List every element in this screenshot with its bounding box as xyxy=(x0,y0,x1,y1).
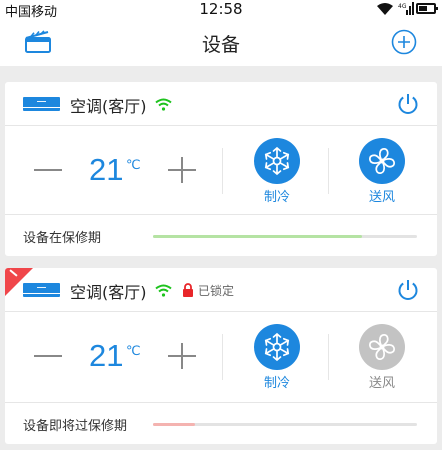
mode-cool-button[interactable]: 制冷 xyxy=(253,138,301,208)
warranty-progress-fill xyxy=(153,423,196,426)
increase-temperature-button[interactable] xyxy=(168,157,196,183)
decrease-temperature-button[interactable] xyxy=(34,343,62,369)
temperature-unit: ℃ xyxy=(126,158,141,173)
status-bar: 中国移动 12:58 4G xyxy=(0,0,442,20)
control-row: 21 ℃ 制冷 送风 xyxy=(5,312,437,402)
increase-temperature-button[interactable] xyxy=(168,343,196,369)
mode-cool-label: 制冷 xyxy=(263,190,290,205)
warranty-row: 设备即将过保修期 xyxy=(5,402,437,444)
mode-fan-button[interactable]: 送风 xyxy=(358,324,406,394)
warranty-status-text: 设备即将过保修期 xyxy=(23,419,128,434)
warranty-progress-bar xyxy=(153,235,417,238)
divider xyxy=(222,148,223,194)
device-card-header: 空调(客厅) xyxy=(5,82,437,126)
power-icon[interactable] xyxy=(396,92,420,120)
snowflake-icon xyxy=(254,324,300,370)
page-title: 设备 xyxy=(201,34,240,56)
device-card-header: 空调(客厅) 已锁定 xyxy=(5,268,437,312)
wifi-connected-icon xyxy=(155,96,172,115)
device-card[interactable]: 空调(客厅) 已锁定 21 ℃ 制冷 送风 设备即将过保修期 xyxy=(5,268,437,444)
device-name: 空调(客厅) xyxy=(70,97,147,116)
mode-fan-button[interactable]: 送风 xyxy=(358,138,406,208)
control-row: 21 ℃ 制冷 送风 xyxy=(5,126,437,216)
temperature-value: 21 xyxy=(89,338,124,373)
warranty-progress-bar xyxy=(153,423,417,426)
add-circle-icon[interactable] xyxy=(391,29,417,59)
nav-bar: 设备 xyxy=(0,18,442,66)
device-card[interactable]: 空调(客厅) 21 ℃ 制冷 送风 设备在保修期 xyxy=(5,82,437,256)
device-name: 空调(客厅) xyxy=(70,283,147,302)
decrease-temperature-button[interactable] xyxy=(34,157,62,183)
warranty-status-text: 设备在保修期 xyxy=(23,231,102,246)
mode-fan-label: 送风 xyxy=(368,190,395,205)
warning-corner-badge xyxy=(5,268,33,296)
fan-icon xyxy=(359,138,405,184)
network-type: 4G xyxy=(398,3,407,10)
mode-cool-button[interactable]: 制冷 xyxy=(253,324,301,394)
battery-icon xyxy=(416,3,438,14)
mode-cool-label: 制冷 xyxy=(263,376,290,391)
snowflake-icon xyxy=(254,138,300,184)
divider xyxy=(328,148,329,194)
air-conditioner-icon xyxy=(23,97,60,111)
temperature-value: 21 xyxy=(89,152,124,187)
mode-fan-label: 送风 xyxy=(368,376,395,391)
lock-icon xyxy=(182,282,194,301)
divider xyxy=(222,334,223,380)
locked-label: 已锁定 xyxy=(198,284,235,298)
warranty-row: 设备在保修期 xyxy=(5,214,437,256)
temperature-unit: ℃ xyxy=(126,344,141,359)
divider xyxy=(328,334,329,380)
power-icon[interactable] xyxy=(396,278,420,306)
fan-icon xyxy=(359,324,405,370)
wifi-connected-icon xyxy=(155,282,172,301)
warranty-progress-fill xyxy=(153,235,362,238)
